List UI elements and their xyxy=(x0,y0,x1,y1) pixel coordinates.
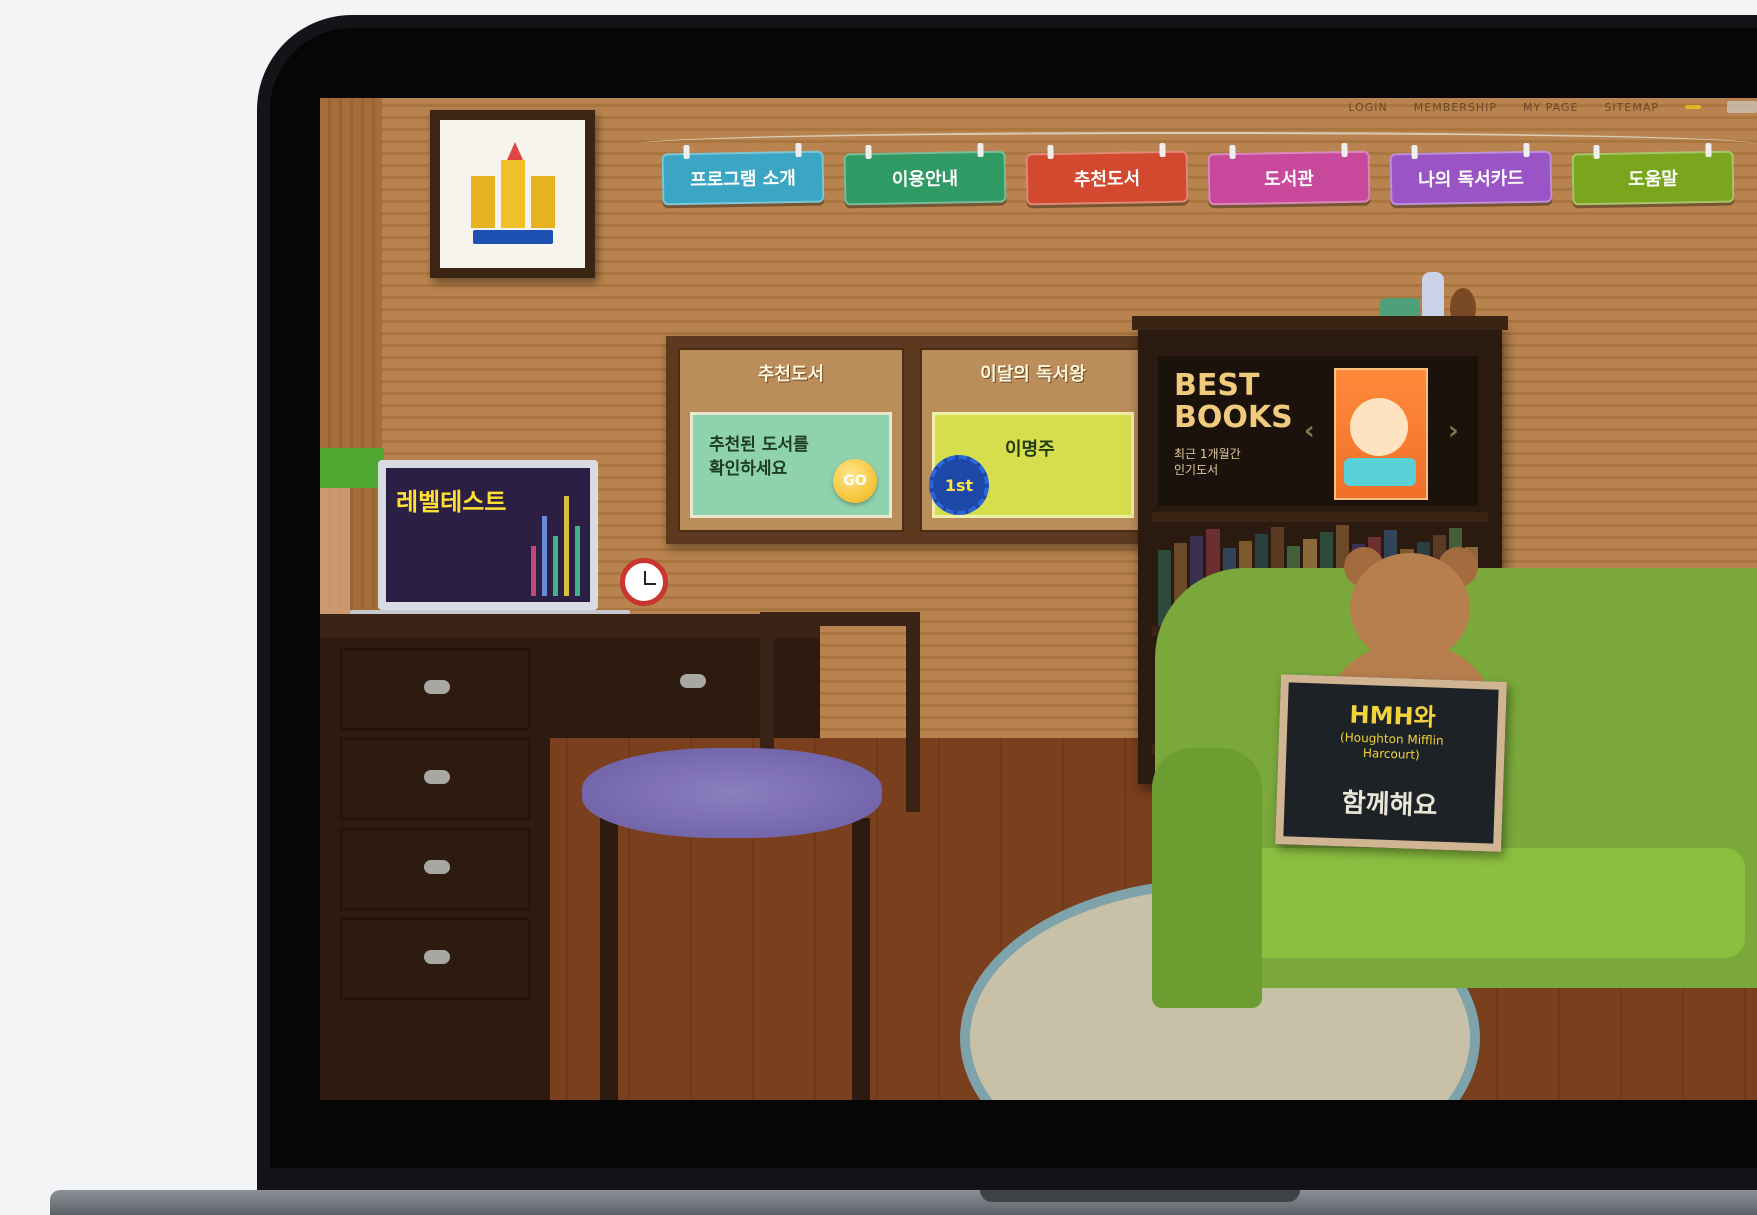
armchair-arm xyxy=(1152,748,1262,1008)
recommend-title: 추천도서 xyxy=(757,364,825,385)
main-nav: 프로그램 소개 이용안내 추천도서 도서관 나의 독서카드 도움말 xyxy=(661,150,1735,206)
logo-text xyxy=(472,230,553,244)
prev-arrow-icon[interactable]: ‹ xyxy=(1304,416,1315,446)
nav-library[interactable]: 도서관 xyxy=(1207,150,1371,206)
nav-usage-guide[interactable]: 이용안내 xyxy=(843,150,1007,206)
recommend-panel: 추천도서 추천된 도서를 확인하세요 GO xyxy=(678,348,904,532)
castle-logo-icon xyxy=(463,142,563,244)
monthly-reader-panel: 이달의 독서왕 1st 이명주 xyxy=(920,348,1146,532)
chalk-line-2: (Houghton Mifflin Harcourt) xyxy=(1339,730,1444,762)
best-books-widget[interactable]: BEST BOOKS 최근 1개월간 인기도서 ‹ › xyxy=(1158,356,1478,506)
desk-top xyxy=(320,614,820,638)
nav-program-intro[interactable]: 프로그램 소개 xyxy=(661,150,825,206)
recommend-card-text: 추천된 도서를 확인하세요 xyxy=(709,435,809,479)
recommend-card[interactable]: 추천된 도서를 확인하세요 GO xyxy=(690,412,892,518)
lamp xyxy=(320,448,384,488)
chalk-line-3: 함께해요 xyxy=(1341,788,1438,822)
go-button[interactable]: GO xyxy=(833,459,877,503)
website-screen: LOGIN MEMBERSHIP MY PAGE SITEMAP 프로그램 소개… xyxy=(320,98,1757,1100)
reader-name: 이명주 xyxy=(1005,439,1055,460)
laptop-notch xyxy=(980,1190,1300,1202)
chair-legs xyxy=(600,818,870,1100)
top-toggle[interactable] xyxy=(1727,101,1757,113)
logo-frame[interactable] xyxy=(430,110,595,278)
chair-cushion xyxy=(582,748,882,838)
monthly-card[interactable]: 1st 이명주 xyxy=(929,412,1134,518)
top-badge[interactable] xyxy=(1685,105,1701,109)
lamp-stem xyxy=(320,488,350,618)
best-books-title: BEST BOOKS xyxy=(1174,368,1293,435)
monthly-title: 이달의 독서왕 xyxy=(980,364,1086,385)
nav-my-reading-card[interactable]: 나의 독서카드 xyxy=(1389,150,1553,206)
level-test-monitor[interactable]: 레벨테스트 xyxy=(378,460,598,610)
nav-help[interactable]: 도움말 xyxy=(1571,150,1735,206)
mypage-link[interactable]: MY PAGE xyxy=(1523,101,1578,114)
armchair-seat xyxy=(1225,848,1745,958)
rank-medal-icon: 1st xyxy=(929,455,989,515)
book-cover[interactable] xyxy=(1334,368,1428,500)
best-books-sub: 최근 1개월간 인기도서 xyxy=(1174,447,1241,477)
chalk-line-1: HMH와 xyxy=(1349,700,1437,732)
nav-recommended-books[interactable]: 추천도서 xyxy=(1025,150,1189,206)
clock-icon xyxy=(620,558,668,606)
membership-link[interactable]: MEMBERSHIP xyxy=(1414,101,1497,114)
cork-board: 추천도서 추천된 도서를 확인하세요 GO 이달의 독서왕 1st 이명주 xyxy=(666,336,1158,544)
laptop-base xyxy=(50,1190,1757,1215)
logo-image xyxy=(440,120,585,268)
top-utility-links: LOGIN MEMBERSHIP MY PAGE SITEMAP xyxy=(1348,98,1757,116)
login-link[interactable]: LOGIN xyxy=(1348,101,1387,114)
level-bars-icon xyxy=(531,496,580,596)
level-test-title: 레벨테스트 xyxy=(396,488,507,516)
hmh-chalkboard[interactable]: HMH와 (Houghton Mifflin Harcourt) 함께해요 xyxy=(1275,674,1507,852)
next-arrow-icon[interactable]: › xyxy=(1448,416,1459,446)
sitemap-link[interactable]: SITEMAP xyxy=(1604,101,1659,114)
desk xyxy=(320,638,550,1100)
